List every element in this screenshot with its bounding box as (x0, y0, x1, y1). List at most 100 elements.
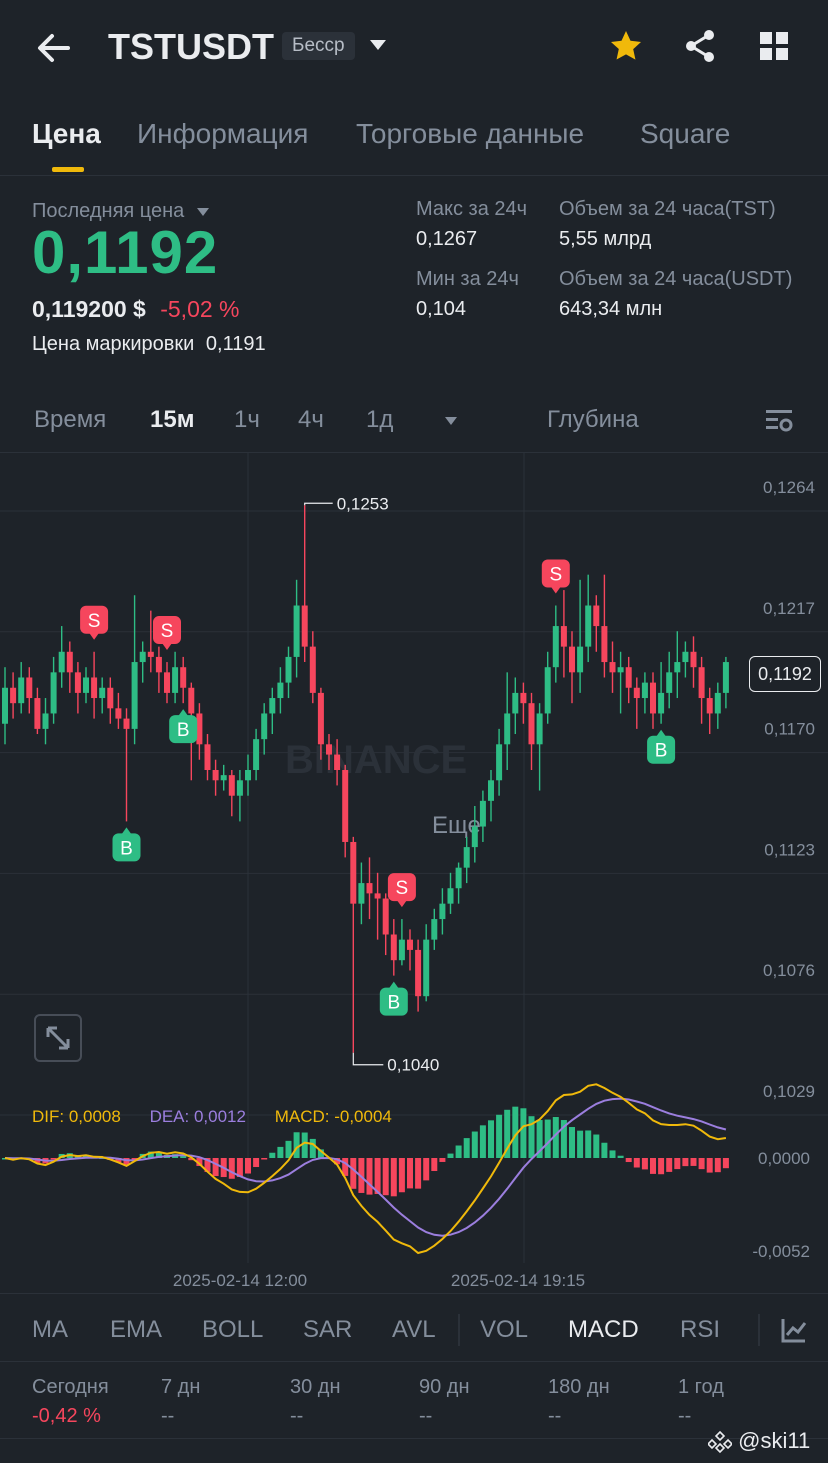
macd-histogram-bar (722, 1158, 729, 1169)
candle-body (317, 692, 324, 745)
tab-info[interactable]: Информация (137, 118, 308, 150)
macd-histogram-bar (455, 1145, 462, 1158)
candle-body (2, 687, 8, 724)
tab-trading-data[interactable]: Торговые данные (356, 118, 584, 150)
indicator-separator (758, 1314, 760, 1346)
low-24h-label: Мин за 24ч (416, 268, 519, 290)
macd-histogram-bar (212, 1158, 219, 1177)
candle-body (666, 672, 673, 693)
candle-body (164, 672, 170, 693)
dif-label: DIF: 0,0008 (32, 1107, 121, 1126)
indicator-ema[interactable]: EMA (110, 1316, 162, 1344)
macd-histogram-bar (301, 1132, 308, 1158)
symbol-title[interactable]: TSTUSDT (108, 26, 274, 68)
tab-price[interactable]: Цена (32, 118, 101, 150)
period-4h[interactable]: 4ч (298, 406, 324, 434)
binance-watermark: BINANCE (285, 738, 467, 782)
candle-body (698, 667, 705, 699)
candle-body (26, 677, 33, 699)
indicator-avl[interactable]: AVL (392, 1316, 436, 1344)
indicator-macd[interactable]: MACD (568, 1316, 639, 1344)
marker-label: S (396, 878, 409, 899)
candle-body (544, 667, 551, 714)
candle-body (293, 605, 300, 657)
macd-histogram-bar (463, 1138, 470, 1158)
candle-body (617, 667, 624, 673)
candle-body (34, 698, 41, 729)
period-1d[interactable]: 1д (366, 406, 393, 434)
period-1h[interactable]: 1ч (234, 406, 260, 434)
macd-histogram-bar (714, 1158, 721, 1173)
macd-histogram-bar (625, 1158, 632, 1163)
indicator-vol[interactable]: VOL (480, 1316, 528, 1344)
share-icon (686, 30, 714, 62)
mark-price-label: Цена маркировки (32, 333, 195, 355)
high-annotation-label: 0,1253 (337, 494, 389, 513)
stat-value: -- (678, 1405, 692, 1427)
tab-active-indicator (52, 167, 84, 172)
period-more[interactable]: Еще (432, 406, 481, 839)
vol-tst-value: 5,55 млрд (559, 228, 652, 250)
candle-body (172, 667, 179, 693)
macd-histogram-bar (390, 1158, 397, 1197)
binance-logo-icon (706, 1431, 734, 1454)
macd-histogram-bar (633, 1158, 640, 1168)
indicator-rsi[interactable]: RSI (680, 1316, 720, 1344)
symbol-dropdown[interactable] (368, 38, 388, 57)
macd-histogram-bar (666, 1158, 673, 1172)
high-annotation-line (304, 502, 333, 506)
y-tick-label: 0,1170 (764, 720, 815, 739)
candle-body (66, 651, 73, 673)
candle-body (625, 667, 632, 688)
candle-body (309, 646, 316, 693)
buy-marker: B (647, 729, 676, 764)
indicator-ma[interactable]: MA (32, 1316, 68, 1344)
fullscreen-button[interactable] (34, 1014, 82, 1062)
marker-pointer (656, 729, 667, 737)
indicator-settings-button[interactable] (780, 1316, 808, 1349)
candle-body (155, 656, 162, 673)
candle-body (334, 754, 341, 771)
candle-body (236, 780, 243, 796)
tab-square[interactable]: Square (640, 118, 730, 150)
candle-body (204, 744, 211, 771)
macd-histogram-bar (609, 1150, 616, 1158)
macd-histogram-bar (682, 1158, 689, 1167)
candle-body (123, 718, 130, 729)
candle-body (91, 677, 98, 699)
macd-histogram-bar (423, 1158, 430, 1181)
macd-histogram-bar (253, 1158, 260, 1168)
sell-marker: S (80, 605, 109, 640)
stat-value: -- (548, 1405, 562, 1427)
low-annotation-line (352, 1052, 384, 1066)
grid-icon (760, 32, 788, 60)
candle-body (301, 605, 308, 647)
indicator-boll[interactable]: BOLL (202, 1316, 263, 1344)
chevron-down-icon (370, 40, 386, 50)
macd-histogram-bar (180, 1156, 187, 1158)
macd-label: MACD: -0,0004 (274, 1107, 392, 1126)
back-button[interactable] (34, 28, 74, 68)
period-15m[interactable]: 15м (150, 406, 194, 434)
period-depth[interactable]: Глубина (547, 406, 639, 434)
indicator-sar[interactable]: SAR (303, 1316, 352, 1344)
candle-body (147, 651, 154, 657)
indicator-divider (0, 1361, 828, 1362)
y-tick-label: 0,1029 (763, 1082, 815, 1101)
candle-body (220, 775, 227, 781)
star-icon (611, 31, 641, 60)
sell-marker: S (387, 873, 416, 908)
change-percent: -5,02 % (160, 296, 240, 322)
candlestick-chart[interactable]: BINANCE 0,12640,12170,11700,11230,10760,… (0, 453, 828, 1293)
macd-histogram-bar (293, 1132, 300, 1158)
period-time[interactable]: Время (34, 406, 106, 434)
chart-settings-button[interactable] (764, 406, 794, 441)
macd-histogram-bar (439, 1158, 446, 1162)
candle-body (212, 770, 219, 781)
candle-body (398, 939, 405, 961)
macd-histogram-bar (245, 1158, 251, 1174)
share-button[interactable] (682, 28, 718, 69)
candle-body (552, 626, 559, 668)
favorite-button[interactable] (608, 28, 644, 69)
layout-button[interactable] (758, 30, 790, 67)
